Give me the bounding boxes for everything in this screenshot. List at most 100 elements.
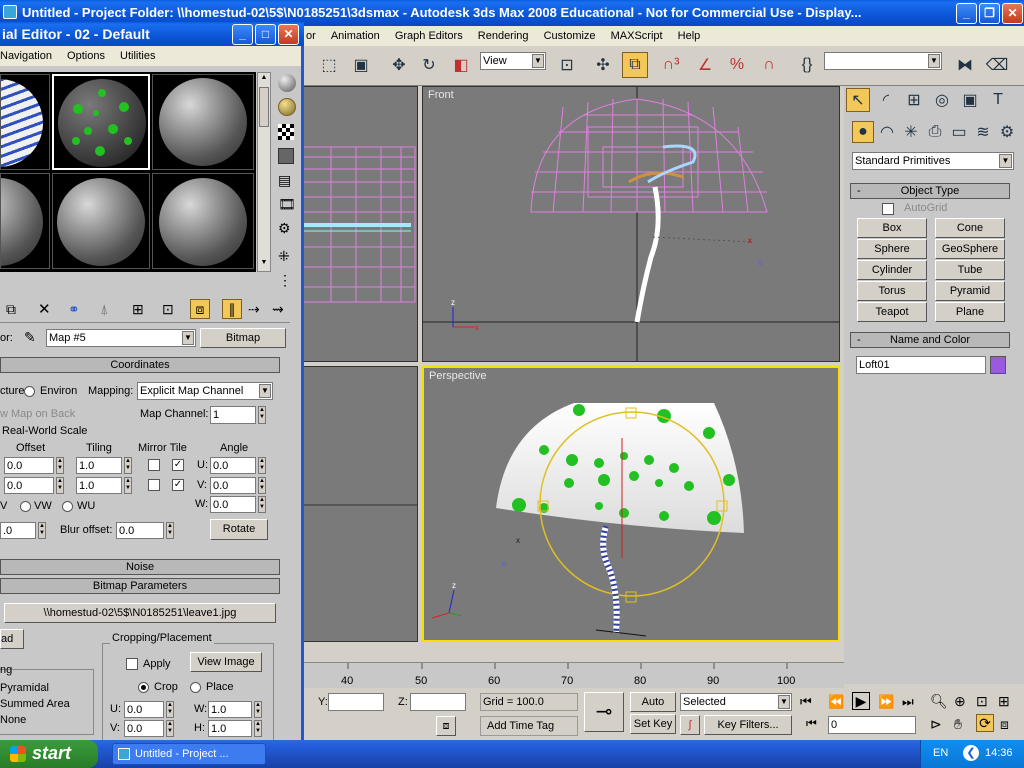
- primitive-category-dropdown[interactable]: Standard Primitives ▼: [852, 152, 1014, 170]
- crop-v-spinner[interactable]: ▲ ▼: [166, 720, 174, 737]
- filter-pyramidal-option[interactable]: Pyramidal: [0, 682, 49, 694]
- cameras-icon[interactable]: ⎙: [924, 121, 946, 143]
- percent-snap-icon[interactable]: %: [724, 52, 750, 78]
- tile-v-checkbox[interactable]: ✓: [172, 479, 184, 491]
- tiling-v-spinner[interactable]: ▲ ▼: [124, 477, 132, 494]
- sample-type-icon[interactable]: [278, 74, 296, 92]
- pyramid-button[interactable]: Pyramid: [935, 281, 1005, 301]
- filter-none-option[interactable]: None: [0, 714, 26, 726]
- goto-start-icon[interactable]: ⏮: [800, 694, 812, 710]
- cone-button[interactable]: Cone: [935, 218, 1005, 238]
- go-forward-sibling-icon[interactable]: ⇢: [248, 301, 260, 318]
- main-minimize-button[interactable]: _: [956, 3, 977, 24]
- motion-tab-icon[interactable]: ◎: [930, 88, 954, 112]
- sample-slot[interactable]: [152, 74, 254, 170]
- menu-item-maxscript[interactable]: MAXScript: [605, 26, 669, 46]
- wu-radio[interactable]: [62, 501, 73, 512]
- apply-checkbox[interactable]: [126, 658, 138, 670]
- sample-slot-selected[interactable]: [52, 74, 150, 170]
- reference-coord-dropdown[interactable]: View ▼: [480, 52, 546, 70]
- zoom-icon[interactable]: 🔍︎: [930, 693, 948, 710]
- angle-v-field[interactable]: 0.0: [210, 477, 256, 494]
- prev-frame-icon[interactable]: ⏪: [828, 694, 844, 710]
- y-coord-field[interactable]: [328, 693, 384, 711]
- zoom-extents-all-icon[interactable]: ⊞: [998, 693, 1010, 710]
- sample-slot[interactable]: [0, 173, 50, 269]
- box-button[interactable]: Box: [857, 218, 927, 238]
- object-name-field[interactable]: Loft01: [856, 356, 986, 374]
- lights-icon[interactable]: ✳: [900, 121, 922, 143]
- offset-u-field[interactable]: 0.0: [4, 457, 54, 474]
- select-manipulate-icon[interactable]: ✣: [590, 52, 616, 78]
- modify-tab-icon[interactable]: ◜: [874, 88, 898, 112]
- next-frame-icon[interactable]: ⏩: [878, 694, 894, 710]
- pick-from-object-icon[interactable]: ✎: [24, 329, 36, 346]
- helpers-icon[interactable]: ▭: [948, 121, 970, 143]
- angle-v-spinner[interactable]: ▲ ▼: [258, 477, 266, 494]
- crop-h-spinner[interactable]: ▲ ▼: [254, 720, 262, 737]
- environ-radio[interactable]: [24, 386, 35, 397]
- mtl-minimize-button[interactable]: _: [232, 24, 253, 45]
- filter-summed-area-option[interactable]: Summed Area: [0, 698, 70, 710]
- z-coord-field[interactable]: [410, 693, 466, 711]
- menu-item-help[interactable]: Help: [672, 26, 707, 46]
- sample-slot[interactable]: [0, 74, 50, 170]
- show-end-result-icon[interactable]: ⧈: [190, 299, 210, 319]
- geosphere-button[interactable]: GeoSphere: [935, 239, 1005, 259]
- rotate-icon[interactable]: ↻: [416, 52, 442, 78]
- zoom-extents-icon[interactable]: ⊡: [976, 693, 988, 710]
- taskbar-3dsmax-item[interactable]: Untitled - Project ...: [112, 743, 266, 765]
- background-checker-icon[interactable]: [278, 124, 294, 140]
- top-viewport[interactable]: [300, 86, 418, 362]
- angle-w-field[interactable]: 0.0: [210, 496, 256, 513]
- current-frame-field[interactable]: 0: [828, 716, 916, 734]
- zoom-all-icon[interactable]: ⊕: [954, 693, 966, 710]
- left-viewport[interactable]: [300, 366, 418, 642]
- mtl-close-button[interactable]: ✕: [278, 24, 299, 45]
- shapes-icon[interactable]: ◠: [876, 121, 898, 143]
- menu-item-rendering[interactable]: Rendering: [472, 26, 535, 46]
- play-icon[interactable]: ▶: [852, 692, 870, 710]
- select-by-material-icon[interactable]: ⁜: [278, 248, 290, 265]
- delete-icon[interactable]: ✕: [38, 300, 51, 318]
- main-restore-button[interactable]: ❐: [979, 3, 1000, 24]
- map-type-button[interactable]: Bitmap: [200, 328, 286, 348]
- coordinates-rollout-header[interactable]: Coordinates: [0, 357, 280, 373]
- select-region-icon[interactable]: ⬚: [316, 52, 342, 78]
- make-preview-icon[interactable]: 🎞︎: [278, 196, 296, 213]
- key-filters-button[interactable]: Key Filters...: [704, 715, 792, 735]
- make-unique-icon[interactable]: ⚭: [68, 301, 80, 318]
- mtl-menu-navigation[interactable]: Navigation: [0, 46, 58, 66]
- key-mode-toggle-icon[interactable]: ⏮: [806, 716, 817, 731]
- systems-icon[interactable]: ⚙: [996, 121, 1018, 143]
- backlight-icon[interactable]: [278, 98, 296, 116]
- field-of-view-icon[interactable]: ⊳: [930, 716, 942, 733]
- place-radio[interactable]: [190, 682, 201, 693]
- pick-material-icon[interactable]: ⇝: [272, 301, 284, 318]
- scroll-up-icon[interactable]: ▲: [259, 74, 269, 84]
- named-selection-icon[interactable]: {}: [794, 52, 820, 78]
- menu-item-customize[interactable]: Customize: [538, 26, 602, 46]
- auto-key-button[interactable]: Auto Key: [630, 692, 676, 726]
- main-close-button[interactable]: ✕: [1002, 3, 1023, 24]
- reload-button[interactable]: ad: [0, 629, 24, 649]
- tile-u-checkbox[interactable]: ✓: [172, 459, 184, 471]
- crop-radio[interactable]: [138, 682, 149, 693]
- mtl-menu-utilities[interactable]: Utilities: [114, 46, 161, 66]
- tiling-v-field[interactable]: 1.0: [76, 477, 122, 494]
- blur-field[interactable]: .0: [0, 522, 36, 539]
- scale-icon[interactable]: ◧: [448, 52, 474, 78]
- hierarchy-tab-icon[interactable]: ⊞: [902, 88, 926, 112]
- angle-w-spinner[interactable]: ▲ ▼: [258, 496, 266, 513]
- cylinder-button[interactable]: Cylinder: [857, 260, 927, 280]
- video-color-check-icon[interactable]: ▤: [278, 172, 291, 189]
- menu-item-animation[interactable]: Animation: [325, 26, 386, 46]
- key-selection-dropdown[interactable]: Selected ▼: [680, 693, 792, 711]
- pivot-center-icon[interactable]: ⊡: [554, 52, 580, 78]
- options-icon[interactable]: ⚙: [278, 220, 291, 237]
- material-effects-channel-icon[interactable]: ⊞: [132, 301, 144, 318]
- blur-offset-spinner[interactable]: ▲ ▼: [166, 522, 174, 539]
- angle-u-spinner[interactable]: ▲ ▼: [258, 457, 266, 474]
- map-channel-spinner[interactable]: ▲ ▼: [258, 406, 266, 424]
- sample-uv-tiling-icon[interactable]: [278, 148, 294, 164]
